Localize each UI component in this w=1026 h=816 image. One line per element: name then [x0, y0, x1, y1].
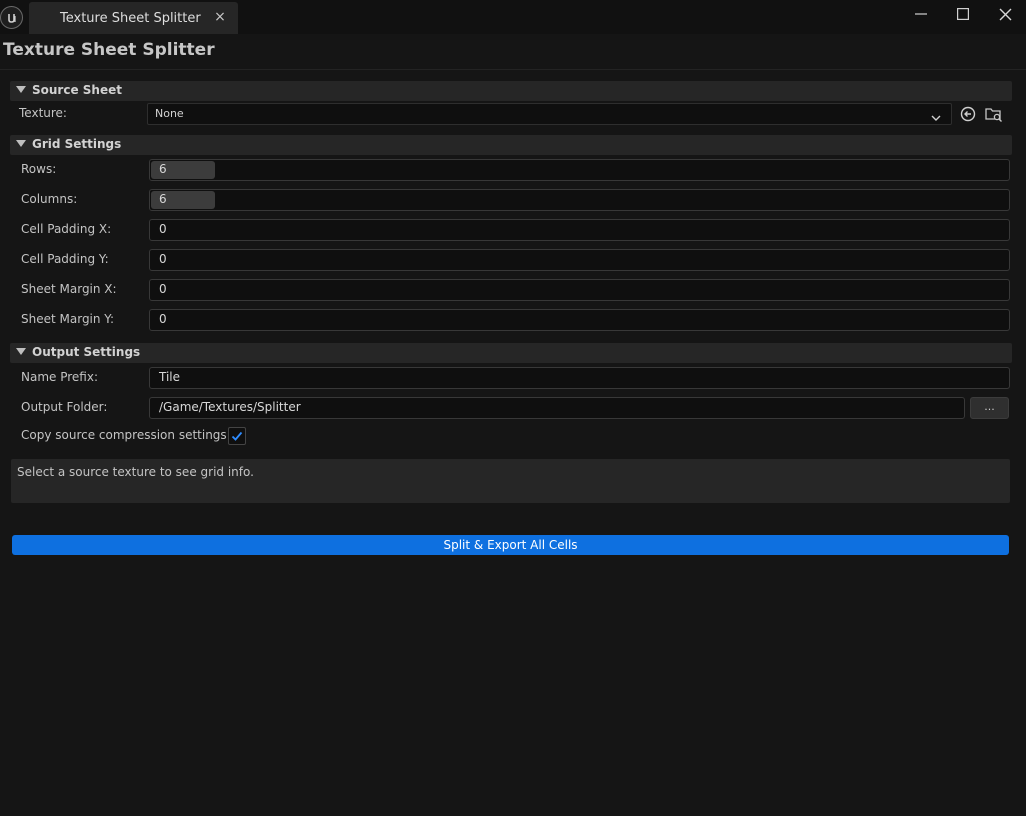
copy-compression-checkbox[interactable]: [228, 427, 246, 445]
texture-asset-picker[interactable]: None: [147, 103, 952, 125]
close-tab-icon[interactable]: ×: [213, 9, 227, 25]
sheet-margin-y-label: Sheet Margin Y:: [21, 312, 115, 326]
panel-title: Texture Sheet Splitter: [3, 40, 215, 60]
close-icon[interactable]: [992, 4, 1018, 24]
triangle-down-icon: [16, 348, 26, 355]
texture-label: Texture:: [19, 106, 67, 120]
sheet-margin-x-field[interactable]: 0: [149, 279, 1010, 301]
name-prefix-label: Name Prefix:: [21, 370, 98, 384]
output-folder-label: Output Folder:: [21, 400, 108, 414]
rows-label: Rows:: [21, 162, 57, 176]
cell-padding-y-label: Cell Padding Y:: [21, 252, 109, 266]
section-grid-settings[interactable]: Grid Settings: [10, 135, 1012, 155]
sheet-margin-y-field[interactable]: 0: [149, 309, 1010, 331]
minimize-icon[interactable]: [908, 4, 934, 24]
checkmark-icon: [231, 431, 243, 441]
output-folder-field[interactable]: /Game/Textures/Splitter: [149, 397, 965, 419]
sheet-margin-x-value: 0: [159, 282, 167, 296]
rows-spinbox[interactable]: 6: [149, 159, 1010, 181]
cell-padding-x-field[interactable]: 0: [149, 219, 1010, 241]
section-output-settings[interactable]: Output Settings: [10, 343, 1012, 363]
chevron-down-icon: [931, 108, 941, 127]
browse-asset-icon[interactable]: [984, 104, 1004, 124]
output-folder-value: /Game/Textures/Splitter: [159, 400, 301, 414]
rows-value: 6: [159, 162, 167, 176]
title-bar: Texture Sheet Splitter ×: [0, 0, 1026, 34]
sheet-margin-x-label: Sheet Margin X:: [21, 282, 117, 296]
section-source-sheet[interactable]: Source Sheet: [10, 81, 1012, 101]
cell-padding-x-value: 0: [159, 222, 167, 236]
cell-padding-y-field[interactable]: 0: [149, 249, 1010, 271]
columns-spinbox[interactable]: 6: [149, 189, 1010, 211]
grid-info-box: Select a source texture to see grid info…: [11, 459, 1010, 503]
texture-value: None: [155, 107, 184, 120]
unreal-logo-icon[interactable]: [0, 6, 23, 29]
triangle-down-icon: [16, 140, 26, 147]
tab-texture-sheet-splitter[interactable]: Texture Sheet Splitter ×: [29, 2, 238, 34]
name-prefix-field[interactable]: Tile: [149, 367, 1010, 389]
header-divider: [0, 69, 1026, 70]
browse-folder-button[interactable]: ...: [970, 397, 1009, 419]
triangle-down-icon: [16, 86, 26, 93]
grid-info-text: Select a source texture to see grid info…: [17, 465, 254, 479]
columns-label: Columns:: [21, 192, 78, 206]
use-selected-asset-icon[interactable]: [958, 104, 978, 124]
tab-title: Texture Sheet Splitter: [60, 11, 201, 26]
split-export-button[interactable]: Split & Export All Cells: [12, 535, 1009, 555]
name-prefix-value: Tile: [159, 370, 181, 384]
section-label: Output Settings: [32, 345, 141, 359]
cell-padding-y-value: 0: [159, 252, 167, 266]
cell-padding-x-label: Cell Padding X:: [21, 222, 112, 236]
section-label: Source Sheet: [32, 83, 122, 97]
sheet-margin-y-value: 0: [159, 312, 167, 326]
maximize-icon[interactable]: [950, 4, 976, 24]
section-label: Grid Settings: [32, 137, 122, 151]
copy-compression-label: Copy source compression settings: [21, 428, 227, 442]
columns-value: 6: [159, 192, 167, 206]
